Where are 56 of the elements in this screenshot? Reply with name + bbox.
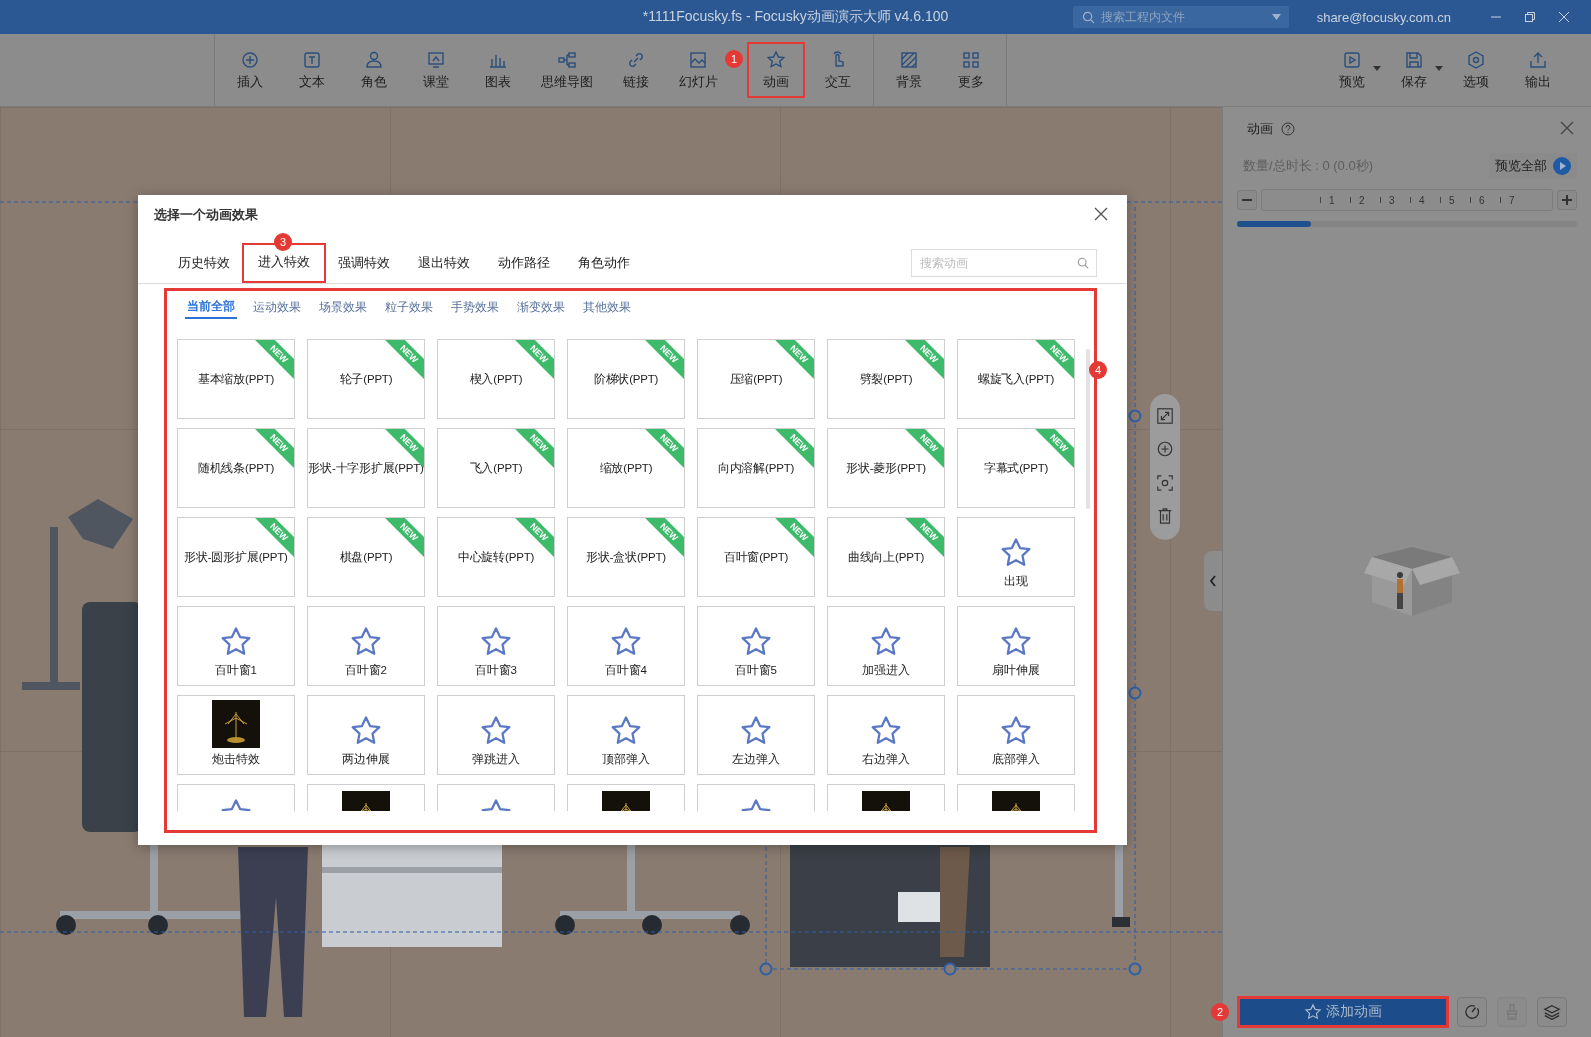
- category-tab[interactable]: 粒子效果: [383, 295, 435, 319]
- category-tab[interactable]: 场景效果: [317, 295, 369, 319]
- toolbar-button[interactable]: 课堂: [405, 34, 467, 106]
- toolbar-button[interactable]: 选项: [1445, 34, 1507, 106]
- effect-tile[interactable]: 底部弹入: [957, 695, 1075, 775]
- toolbar-button[interactable]: 动画: [745, 40, 807, 100]
- effect-tile[interactable]: 百叶窗1: [177, 606, 295, 686]
- effect-tile[interactable]: 百叶窗3: [437, 606, 555, 686]
- effect-tile[interactable]: 两边伸展: [307, 695, 425, 775]
- effect-tile[interactable]: 顶部弹入: [567, 695, 685, 775]
- category-tab[interactable]: 渐变效果: [515, 295, 567, 319]
- window-title: *1111Focusky.fs - Focusky动画演示大师 v4.6.100: [642, 8, 949, 26]
- toolbar-button[interactable]: 背景: [878, 34, 940, 106]
- effect-tile[interactable]: 扇叶伸展: [957, 606, 1075, 686]
- toolbar-button[interactable]: 更多: [940, 34, 1002, 106]
- category-tab[interactable]: 当前全部: [185, 295, 237, 319]
- effect-tile[interactable]: 弹跳进入: [437, 695, 555, 775]
- panel-title: 动画: [1247, 120, 1273, 138]
- toolbar-button[interactable]: 图表: [467, 34, 529, 106]
- step-number-badge: 4: [1089, 361, 1107, 379]
- timeline-ruler[interactable]: 1 2 3 4 5 6 7: [1261, 189, 1553, 211]
- category-tab[interactable]: 其他效果: [581, 295, 633, 319]
- toolbar-button[interactable]: 保存: [1383, 34, 1445, 106]
- toolbar-button[interactable]: 文本: [281, 34, 343, 106]
- effect-tile[interactable]: 炮击特效: [177, 695, 295, 775]
- ruler-label: 1: [1329, 194, 1335, 206]
- ruler-label: 6: [1479, 194, 1485, 206]
- dialog-title: 选择一个动画效果: [154, 206, 258, 224]
- ruler-label: 5: [1449, 194, 1455, 206]
- add-animation-button[interactable]: 添加动画: [1239, 998, 1447, 1026]
- effect-tile[interactable]: 出现: [957, 517, 1075, 597]
- step-number-badge: 3: [274, 233, 292, 251]
- toolbar-button[interactable]: 预览: [1321, 34, 1383, 106]
- toolbar-button[interactable]: 链接: [605, 34, 667, 106]
- toolbar-button[interactable]: 插入: [219, 34, 281, 106]
- ruler-label: 2: [1359, 194, 1365, 206]
- category-tab[interactable]: 运动效果: [251, 295, 303, 319]
- ruler-label: 3: [1389, 194, 1395, 206]
- step-number-badge: 1: [725, 50, 743, 68]
- effect-tile[interactable]: 加强进入: [827, 606, 945, 686]
- step-number-badge: 2: [1211, 1003, 1229, 1021]
- toolbar-button[interactable]: 输出: [1507, 34, 1569, 106]
- toolbar-button[interactable]: 交互: [807, 34, 869, 106]
- account-email[interactable]: share@focusky.com.cn: [1316, 9, 1451, 25]
- toolbar-button[interactable]: 思维导图: [529, 34, 605, 106]
- ruler-label: 4: [1419, 194, 1425, 206]
- category-tab[interactable]: 手势效果: [449, 295, 501, 319]
- ruler-label: 7: [1509, 194, 1515, 206]
- effect-tile[interactable]: 左边弹入: [697, 695, 815, 775]
- effect-tile[interactable]: 右边弹入: [827, 695, 945, 775]
- search-field[interactable]: 搜索工程内文件: [1072, 6, 1289, 28]
- search-field[interactable]: 搜索动画: [911, 249, 1097, 277]
- effect-tile[interactable]: 百叶窗4: [567, 606, 685, 686]
- toolbar-button[interactable]: 角色: [343, 34, 405, 106]
- effect-tile[interactable]: 百叶窗5: [697, 606, 815, 686]
- effect-tile[interactable]: 百叶窗2: [307, 606, 425, 686]
